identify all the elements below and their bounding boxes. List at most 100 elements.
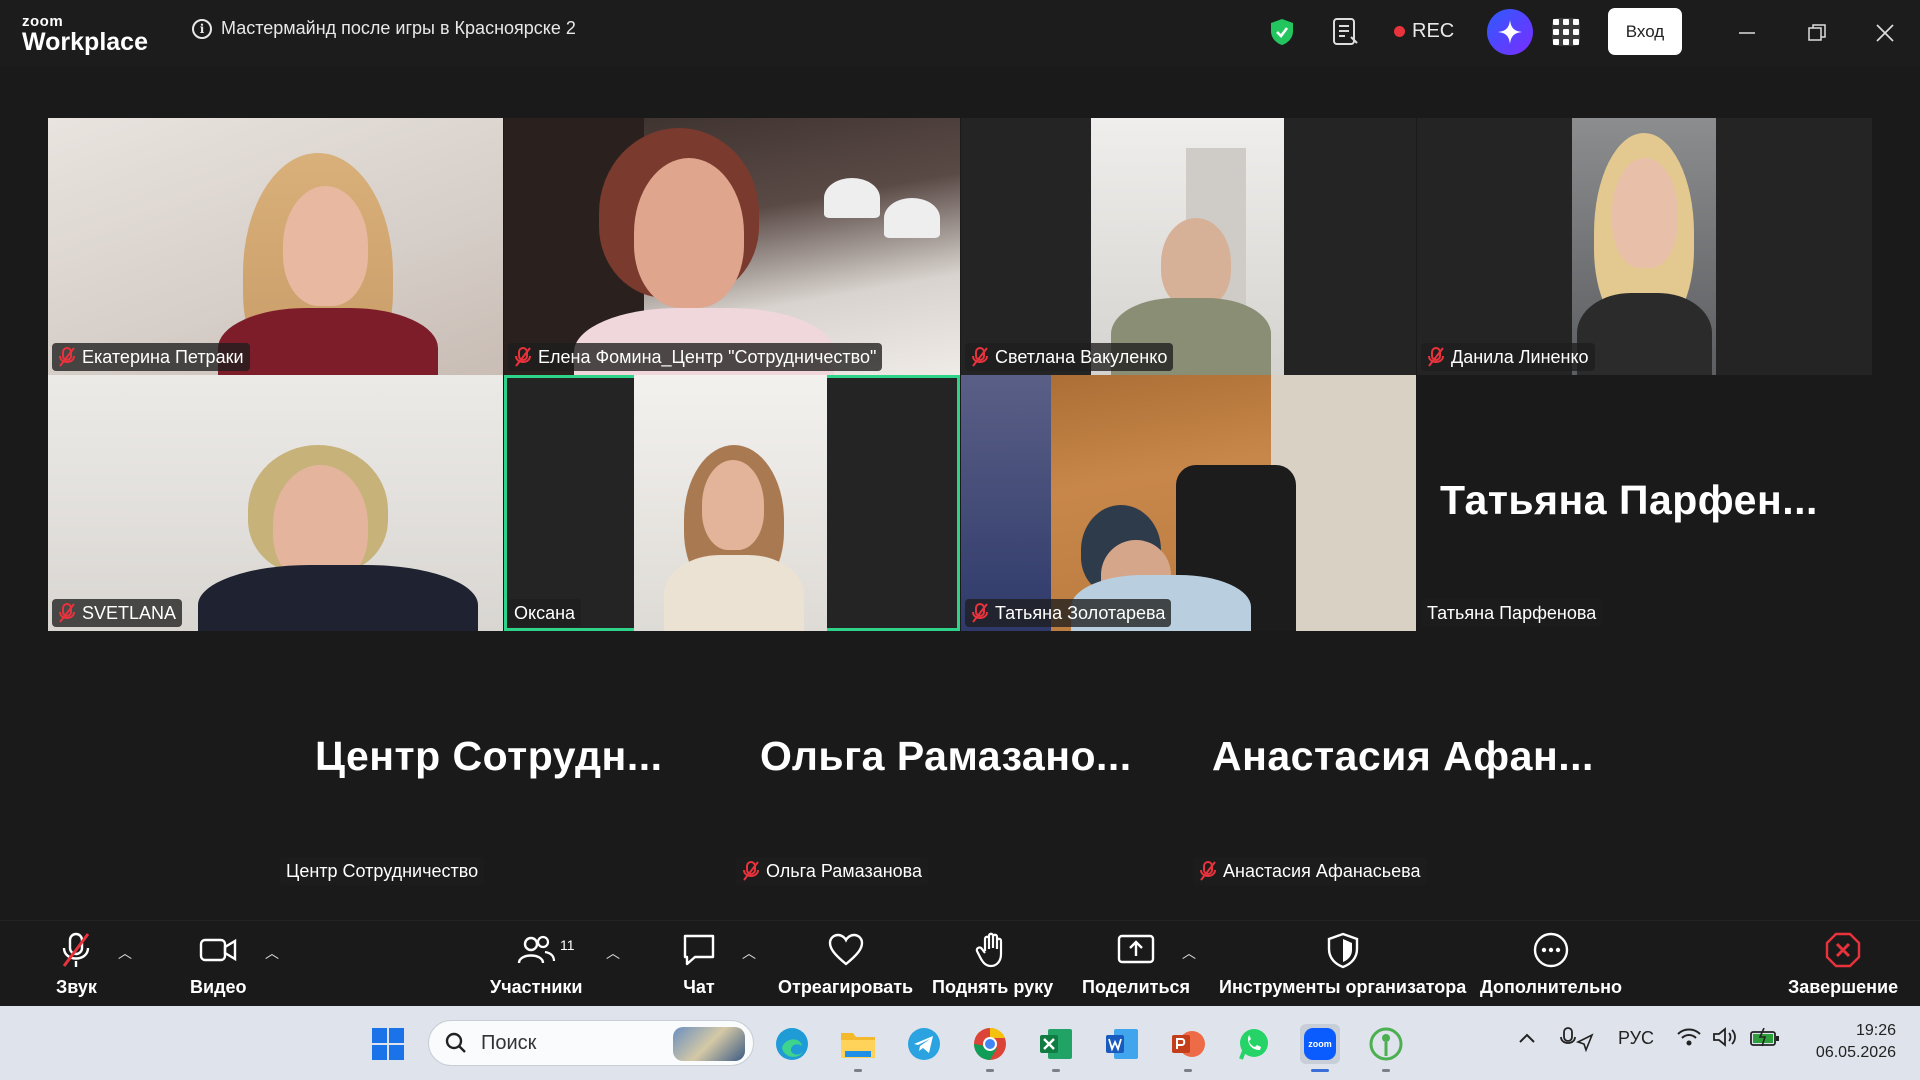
participant-name-label: Елена Фомина_Центр "Сотрудничество" — [508, 343, 883, 371]
participant-display-name: Центр Сотрудн... — [315, 733, 663, 779]
video-tile-svetlana-v[interactable]: Светлана Вакуленко — [961, 118, 1416, 375]
mic-muted-icon — [58, 346, 76, 368]
svg-text:zoom: zoom — [1308, 1039, 1332, 1049]
recording-dot-icon — [1394, 26, 1405, 37]
apps-grid-button[interactable] — [1552, 18, 1580, 46]
participant-name-label: Анастасия Афанасьева — [1193, 857, 1427, 885]
ai-companion-button[interactable] — [1487, 9, 1533, 55]
mic-muted-icon — [971, 602, 989, 624]
participant-name-label: Данила Линенко — [1421, 343, 1595, 371]
windows-taskbar: Поиск zoom РУС 19:26 06.05.2026 — [0, 1006, 1920, 1080]
video-tile-olga-off[interactable]: Ольга Рамазано... Ольга Рамазанова — [732, 631, 1188, 889]
react-button[interactable]: Отреагировать — [778, 931, 913, 998]
video-tile-elena[interactable]: Елена Фомина_Центр "Сотрудничество" — [504, 118, 960, 375]
chat-options-caret-icon[interactable]: ︿ — [742, 943, 756, 963]
encryption-shield-icon[interactable] — [1270, 18, 1294, 51]
tray-overflow-chevron-icon[interactable] — [1518, 1028, 1536, 1049]
participants-count: 11 — [560, 937, 575, 953]
end-meeting-button[interactable]: Завершение — [1788, 931, 1898, 998]
video-options-caret-icon[interactable]: ︿ — [265, 943, 279, 963]
input-language[interactable]: РУС — [1618, 1028, 1654, 1049]
video-tile-tatiana-p-off[interactable]: Татьяна Парфен... Татьяна Парфенова — [1417, 375, 1872, 631]
search-placeholder: Поиск — [481, 1031, 537, 1054]
hand-icon — [975, 932, 1002, 968]
word-icon[interactable] — [1102, 1024, 1142, 1064]
minimize-icon[interactable] — [1730, 16, 1764, 50]
powerpoint-icon[interactable] — [1168, 1024, 1208, 1072]
participant-name-label: Ольга Рамазанова — [736, 857, 929, 885]
whatsapp-icon[interactable] — [1234, 1024, 1274, 1064]
video-tile-center-off[interactable]: Центр Сотрудн... Центр Сотрудничество — [276, 631, 731, 889]
participant-name-label: Центр Сотрудничество — [280, 857, 485, 885]
raise-hand-button[interactable]: Поднять руку — [932, 931, 1053, 998]
mic-muted-icon — [63, 932, 90, 967]
zoom-app-icon[interactable]: zoom — [1300, 1024, 1340, 1072]
participant-name-label: Татьяна Парфенова — [1421, 599, 1603, 627]
clock-time: 19:26 — [1855, 1022, 1896, 1039]
meeting-title-bar: zoom Workplace i Мастермайнд после игры … — [0, 0, 1920, 66]
chat-button[interactable]: Чат — [680, 931, 718, 998]
chrome-icon[interactable] — [970, 1024, 1010, 1072]
participant-name-label: Светлана Вакуленко — [965, 343, 1174, 371]
mic-muted-icon — [742, 860, 760, 882]
restore-window-icon[interactable] — [1800, 16, 1834, 50]
mic-muted-icon — [58, 602, 76, 624]
video-button[interactable]: Видео — [190, 931, 247, 998]
participant-name-label: Татьяна Золотарева — [965, 599, 1172, 627]
video-tile-oksana-active-speaker[interactable]: Оксана — [504, 375, 960, 631]
login-button[interactable]: Вход — [1608, 8, 1682, 55]
excel-icon[interactable] — [1036, 1024, 1076, 1072]
host-shield-icon — [1327, 932, 1358, 969]
video-tile-tatiana-z[interactable]: Татьяна Золотарева — [961, 375, 1416, 631]
telegram-icon[interactable] — [904, 1024, 944, 1064]
chat-bubble-icon — [683, 934, 715, 966]
video-tile-anastasia-off[interactable]: Анастасия Афан... Анастасия Афанасьева — [1189, 631, 1644, 889]
close-window-icon[interactable] — [1868, 16, 1902, 50]
info-icon[interactable]: i — [192, 18, 212, 39]
recording-indicator[interactable]: REC — [1394, 20, 1454, 43]
recording-label: REC — [1412, 20, 1455, 42]
green-app-icon[interactable] — [1366, 1024, 1406, 1072]
audio-button[interactable]: Звук — [56, 931, 97, 998]
participant-name-label: SVETLANA — [52, 599, 183, 627]
clock-date: 06.05.2026 — [1815, 1044, 1896, 1061]
wifi-icon[interactable] — [1676, 1026, 1702, 1053]
video-tile-danila[interactable]: Данила Линенко — [1417, 118, 1872, 375]
search-icon — [445, 1032, 466, 1053]
participant-display-name: Татьяна Парфен... — [1440, 477, 1818, 523]
participant-display-name: Ольга Рамазано... — [760, 733, 1132, 779]
system-clock[interactable]: 19:26 06.05.2026 — [1804, 1020, 1896, 1064]
video-camera-icon — [200, 938, 237, 962]
audio-options-caret-icon[interactable]: ︿ — [118, 943, 132, 963]
zoom-logo: zoom Workplace — [22, 14, 148, 55]
edge-browser-icon[interactable] — [772, 1024, 812, 1064]
share-screen-button[interactable]: Поделиться — [1082, 931, 1190, 998]
heart-icon — [828, 933, 863, 966]
file-explorer-icon[interactable] — [838, 1024, 878, 1072]
participants-icon — [518, 935, 556, 964]
mic-muted-icon — [971, 346, 989, 368]
meeting-title-text: Мастермайнд после игры в Красноярске 2 — [221, 18, 576, 38]
windows-start-icon[interactable] — [368, 1024, 408, 1064]
share-screen-icon — [1117, 934, 1155, 964]
sparkle-icon — [1498, 20, 1522, 44]
participant-name-label: Екатерина Петраки — [52, 343, 250, 371]
logo-bottom-text: Workplace — [22, 28, 148, 56]
more-dots-icon — [1533, 932, 1569, 968]
participants-button[interactable]: Участники 11 — [490, 931, 583, 998]
logo-top-text: zoom — [22, 13, 64, 30]
video-tile-svetlana[interactable]: SVETLANA — [48, 375, 503, 631]
taskbar-search-box[interactable]: Поиск — [428, 1020, 754, 1066]
battery-charging-icon[interactable] — [1750, 1027, 1780, 1053]
participants-options-caret-icon[interactable]: ︿ — [606, 943, 620, 963]
volume-icon[interactable] — [1712, 1026, 1738, 1053]
host-tools-button[interactable]: Инструменты организатора — [1219, 931, 1466, 998]
meeting-title[interactable]: i Мастермайнд после игры в Красноярске 2 — [192, 18, 576, 39]
video-tile-ekaterina[interactable]: Екатерина Петраки — [48, 118, 503, 375]
participant-name-label: Оксана — [508, 599, 582, 627]
meeting-controls-toolbar: Звук ︿ Видео ︿ Участники 11 ︿ Чат ︿ Отре… — [0, 920, 1920, 1006]
notes-icon[interactable] — [1332, 17, 1360, 52]
mic-tray-icon[interactable] — [1560, 1026, 1594, 1057]
share-options-caret-icon[interactable]: ︿ — [1182, 943, 1196, 963]
more-options-button[interactable]: Дополнительно — [1480, 931, 1622, 998]
